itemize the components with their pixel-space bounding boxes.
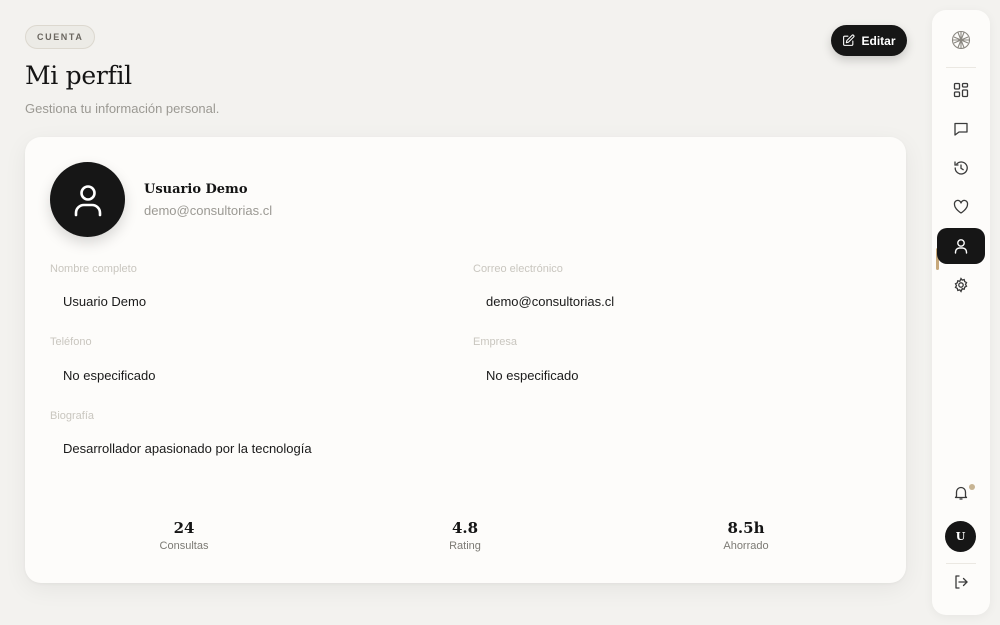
user-avatar[interactable]: U <box>945 521 976 552</box>
user-icon <box>954 238 968 254</box>
sidebar-item-logout[interactable] <box>941 564 981 600</box>
stat-value: 4.8 <box>451 519 479 537</box>
edit-button-label: Editar <box>861 33 896 48</box>
stat-label: Consultas <box>159 540 209 552</box>
page-title: Mi perfil <box>25 61 132 90</box>
gear-icon <box>953 277 969 293</box>
history-icon <box>953 160 969 176</box>
sidebar-divider <box>946 67 976 68</box>
notification-dot <box>969 484 975 490</box>
main-content: CUENTA Mi perfil Gestiona tu información… <box>25 25 907 615</box>
sidebar-item-dashboard[interactable] <box>941 72 981 108</box>
full-name-label: Nombre completo <box>50 263 137 275</box>
sidebar-item-chat[interactable] <box>941 111 981 147</box>
sidebar-item-settings[interactable] <box>941 267 981 303</box>
bio-label: Biografía <box>50 410 95 422</box>
stat-label: Ahorrado <box>723 540 769 552</box>
company-value: No especificado <box>486 368 579 383</box>
user-icon <box>73 183 103 217</box>
logo-icon <box>951 30 971 50</box>
email-value: demo@consultorias.cl <box>486 294 615 309</box>
phone-label: Teléfono <box>50 336 92 348</box>
company-label: Empresa <box>473 336 518 348</box>
chat-icon <box>953 121 969 137</box>
page-subtitle: Gestiona tu información personal. <box>25 101 220 116</box>
full-name-value: Usuario Demo <box>63 294 147 309</box>
sidebar-item-notifications[interactable] <box>941 475 981 511</box>
profile-card: Usuario Demo demo@consultorias.cl Nombre… <box>25 137 906 583</box>
bell-icon <box>953 485 969 501</box>
stat-rating: 4.8 Rating <box>405 519 525 552</box>
sidebar-item-history[interactable] <box>941 150 981 186</box>
heart-icon <box>953 199 969 215</box>
stat-value: 24 <box>173 519 195 537</box>
sidebar-item-logo[interactable] <box>941 22 981 58</box>
phone-value: No especificado <box>63 368 156 383</box>
sidebar-rail: U <box>932 10 990 615</box>
section-badge: CUENTA <box>25 25 96 49</box>
stat-value: 8.5h <box>727 519 765 537</box>
sidebar-item-favorites[interactable] <box>941 189 981 225</box>
sidebar-item-profile[interactable] <box>937 228 985 264</box>
stat-ahorrado: 8.5h Ahorrado <box>686 519 806 552</box>
dashboard-grid-icon <box>953 82 969 98</box>
stat-label: Rating <box>449 540 481 552</box>
profile-name: Usuario Demo <box>144 182 248 197</box>
profile-email: demo@consultorias.cl <box>144 203 273 218</box>
email-label: Correo electrónico <box>473 263 563 275</box>
edit-icon <box>842 34 855 47</box>
edit-button[interactable]: Editar <box>831 25 907 56</box>
bio-value: Desarrollador apasionado por la tecnolog… <box>63 441 312 456</box>
logout-icon <box>953 574 969 590</box>
stat-consultas: 24 Consultas <box>124 519 244 552</box>
profile-avatar <box>50 162 125 237</box>
